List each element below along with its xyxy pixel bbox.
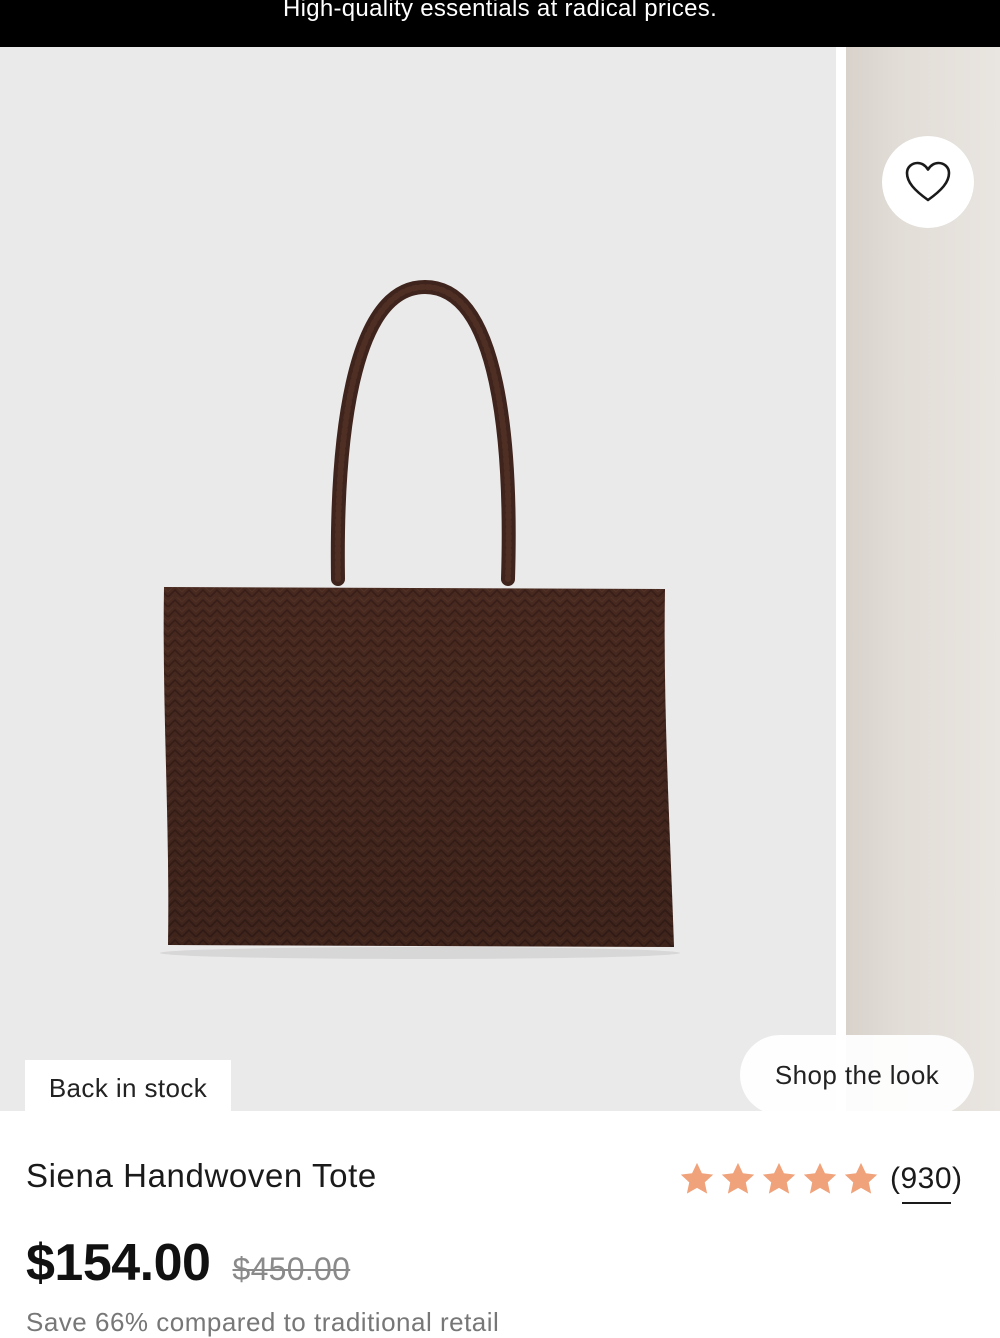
heart-icon [905, 161, 951, 202]
product-title: Siena Handwoven Tote [26, 1157, 377, 1194]
announcement-text: High-quality essentials at radical price… [282, 0, 718, 22]
compare-at-price: $450.00 [232, 1251, 351, 1287]
wishlist-button[interactable] [882, 136, 974, 228]
product-image-gallery[interactable]: Back in stock Shop the look [0, 47, 1000, 1111]
back-in-stock-badge: Back in stock [25, 1060, 231, 1111]
product-rating[interactable]: (930) [678, 1157, 963, 1204]
shop-the-look-button[interactable]: Shop the look [740, 1035, 974, 1111]
gallery-slide-active[interactable]: Back in stock [0, 47, 836, 1111]
price-row: $154.00 $450.00 [26, 1233, 350, 1293]
product-info: Siena Handwoven Tote (930) $154.00 $450.… [0, 1111, 1000, 1337]
star-icon [680, 1162, 714, 1194]
review-count-underline [902, 1202, 951, 1204]
sale-price: $154.00 [26, 1234, 211, 1292]
savings-text: Save 66% compared to traditional retail [26, 1307, 500, 1337]
star-icon [844, 1162, 878, 1194]
review-count-text: (930) [890, 1162, 963, 1195]
product-image [160, 279, 680, 959]
star-icon [721, 1162, 755, 1194]
star-icon [803, 1162, 837, 1194]
review-count-link[interactable]: (930) [890, 1162, 963, 1204]
slide-divider [836, 47, 846, 1111]
star-rating [678, 1160, 880, 1198]
star-icon [762, 1162, 796, 1194]
announcement-banner: High-quality essentials at radical price… [0, 0, 1000, 47]
